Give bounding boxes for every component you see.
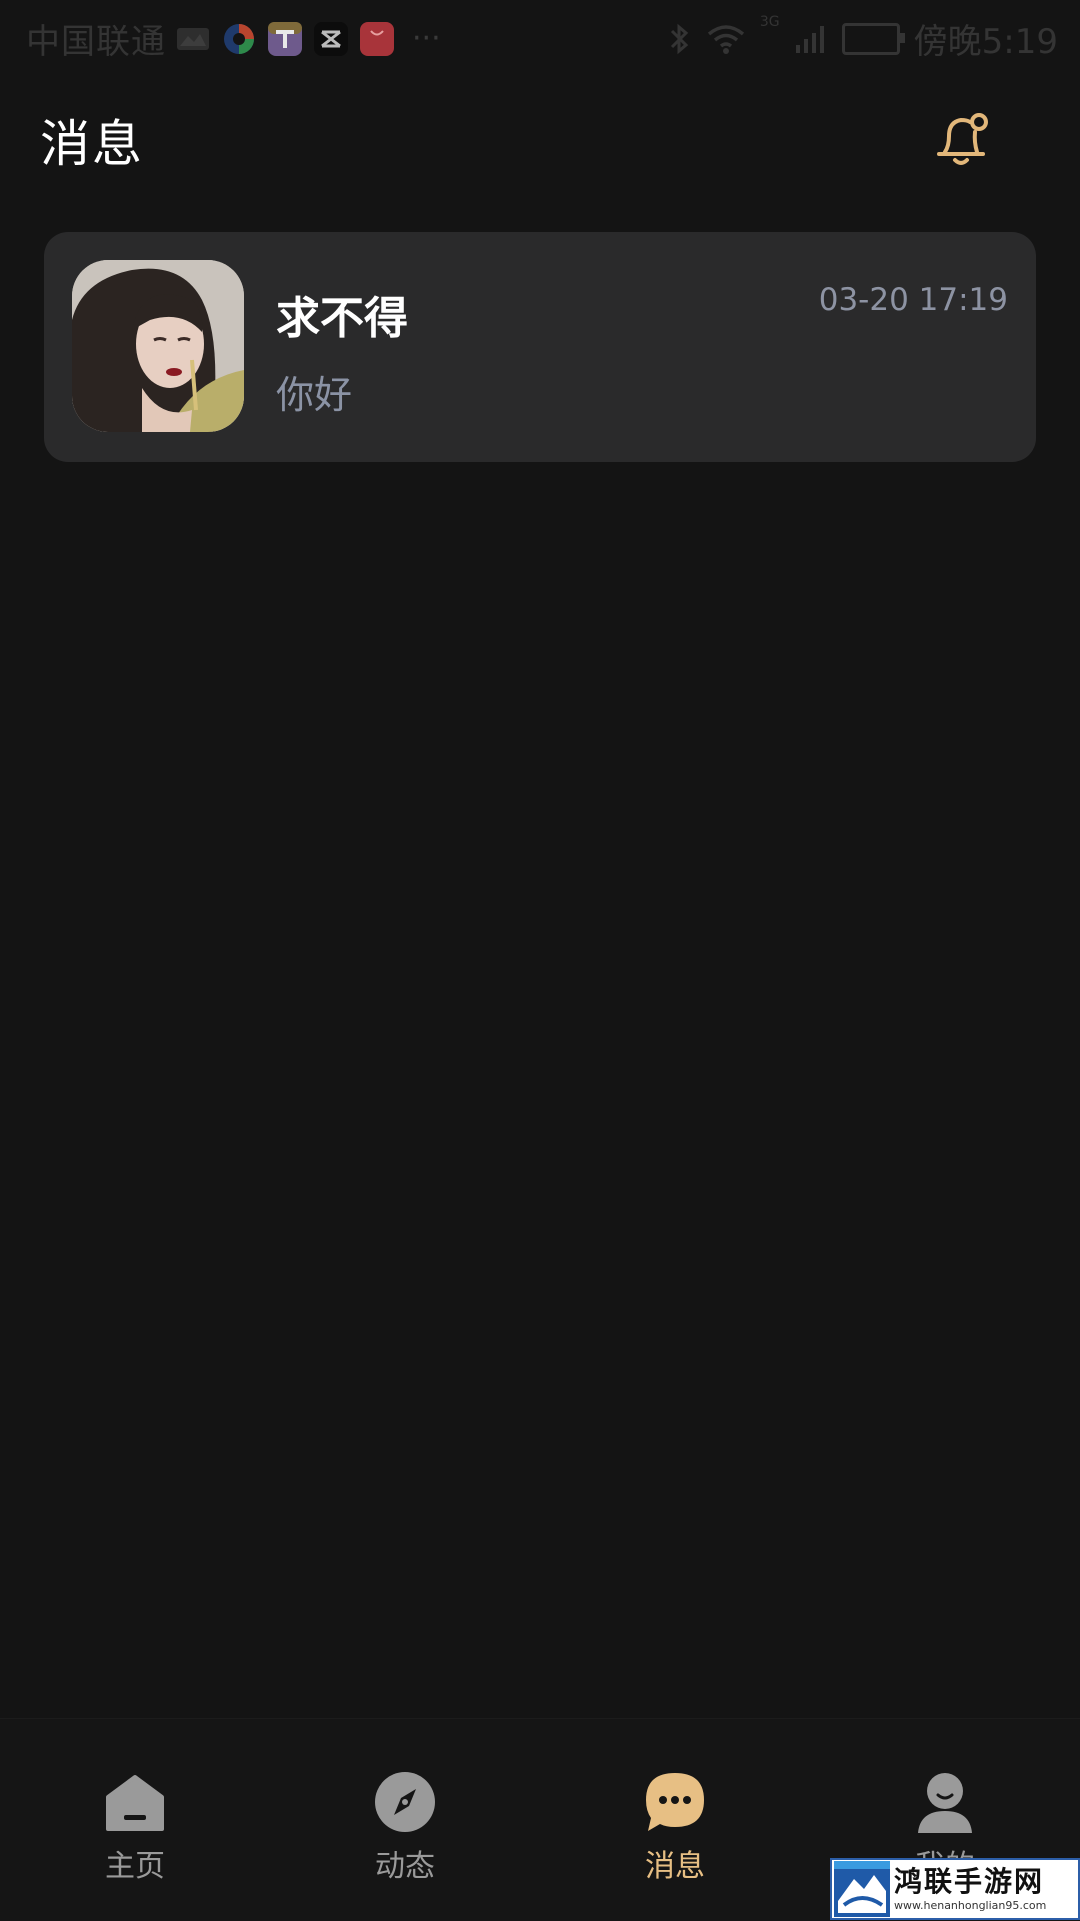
capcut-notification-icon	[314, 21, 348, 56]
page-title: 消息	[40, 115, 144, 173]
compass-icon	[375, 1772, 435, 1832]
chat-bubble-icon	[646, 1773, 704, 1831]
person-icon	[918, 1773, 972, 1833]
avatar-image	[72, 260, 244, 432]
battery-icon	[841, 22, 905, 55]
carrier-label: 中国联通	[26, 22, 166, 62]
status-right: 3G 傍晚5:19	[668, 14, 1058, 63]
notification-bell-icon[interactable]	[925, 100, 997, 172]
gallery-notification-icon	[177, 27, 209, 50]
bluetooth-icon	[670, 23, 689, 54]
watermark: 鸿联手游网 www.henanhonglian95.com	[830, 1858, 1080, 1920]
watermark-text: 鸿联手游网 www.henanhonglian95.com	[894, 1865, 1046, 1913]
watermark-url: www.henanhonglian95.com	[894, 1899, 1047, 1912]
conversation-time: 03-20 17:19	[818, 282, 1008, 318]
conversation-name: 求不得	[276, 293, 408, 344]
clock-label: 傍晚5:19	[913, 22, 1058, 62]
watermark-title: 鸿联手游网	[894, 1865, 1045, 1898]
nav-label-home: 主页	[105, 1849, 165, 1884]
nav-item-home[interactable]: 主页	[55, 1769, 215, 1899]
app-notification-icon	[268, 21, 302, 56]
appgallery-notification-icon	[360, 21, 394, 56]
status-left: 中国联通 ···	[26, 14, 441, 63]
watermark-logo-icon	[834, 1861, 890, 1917]
conversation-preview: 你好	[276, 373, 353, 417]
conversation-list-item[interactable]: 求不得 03-20 17:19 你好	[44, 232, 1036, 462]
more-notifications-indicator: ···	[412, 21, 441, 56]
network-type-label: 3G	[759, 14, 780, 30]
home-icon	[106, 1775, 164, 1831]
wifi-icon	[707, 24, 744, 54]
nav-label-moments: 动态	[375, 1849, 435, 1884]
nav-item-moments[interactable]: 动态	[325, 1769, 485, 1899]
nav-label-messages: 消息	[645, 1849, 705, 1884]
nav-item-messages[interactable]: 消息	[595, 1769, 755, 1899]
signal-icon	[795, 25, 824, 53]
avatar[interactable]	[72, 260, 244, 432]
app-notification-icon	[224, 23, 254, 54]
status-bar: 中国联通 ··· 3G 傍晚5:19	[0, 0, 1080, 72]
